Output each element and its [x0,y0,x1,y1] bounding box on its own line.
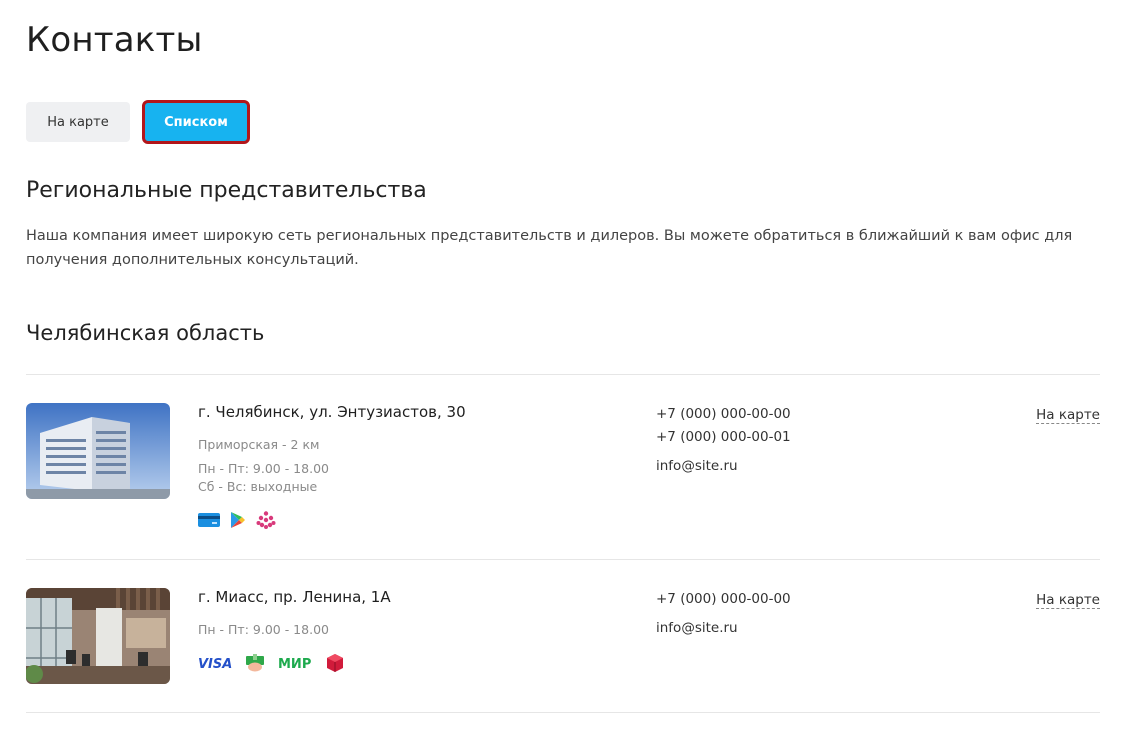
divider [26,712,1100,713]
office-metro: Приморская - 2 км [198,437,320,452]
payment-methods [198,511,276,529]
office-phone[interactable]: +7 (000) 000-00-01 [656,429,791,445]
regional-title: Региональные представительства [26,178,427,203]
regional-description: Наша компания имеет широкую сеть региона… [26,228,1073,268]
cash-hand-icon [244,653,266,673]
svg-text:VISA: VISA [198,657,232,670]
office-interior-image [26,588,170,684]
office-item: г. Челябинск, ул. Энтузиастов, 30 Примор… [26,403,1100,533]
office-photo[interactable] [26,403,170,499]
office-item: г. Миасс, пр. Ленина, 1А Пн - Пт: 9.00 -… [26,588,1100,688]
office-photo[interactable] [26,588,170,684]
card-icon [198,512,220,528]
page-title: Контакты [26,20,203,60]
grid-flower-icon [256,511,276,529]
office-address: г. Миасс, пр. Ленина, 1А [198,588,391,606]
map-view-button[interactable]: На карте [26,102,130,142]
office-map-link[interactable]: На карте [1036,407,1100,424]
view-toggle: На карте Списком [26,100,250,144]
office-phone[interactable]: +7 (000) 000-00-00 [656,406,791,422]
mir-icon: МИР [278,656,314,670]
office-building-image [26,403,170,499]
payment-methods: VISA МИР [198,653,344,673]
office-hours-weekdays: Пн - Пт: 9.00 - 18.00 [198,622,329,637]
office-email[interactable]: info@site.ru [656,620,738,636]
google-play-icon [230,511,246,529]
region-title: Челябинская область [26,321,265,345]
box-icon [326,653,344,673]
divider [26,374,1100,375]
office-hours-weekdays: Пн - Пт: 9.00 - 18.00 [198,461,329,476]
office-map-link[interactable]: На карте [1036,592,1100,609]
divider [26,559,1100,560]
visa-icon: VISA [198,656,232,670]
office-email[interactable]: info@site.ru [656,458,738,474]
office-hours-weekend: Сб - Вс: выходные [198,479,318,494]
office-address: г. Челябинск, ул. Энтузиастов, 30 [198,403,466,421]
list-view-button[interactable]: Списком [142,100,250,144]
office-phone[interactable]: +7 (000) 000-00-00 [656,591,791,607]
svg-text:МИР: МИР [278,657,311,670]
